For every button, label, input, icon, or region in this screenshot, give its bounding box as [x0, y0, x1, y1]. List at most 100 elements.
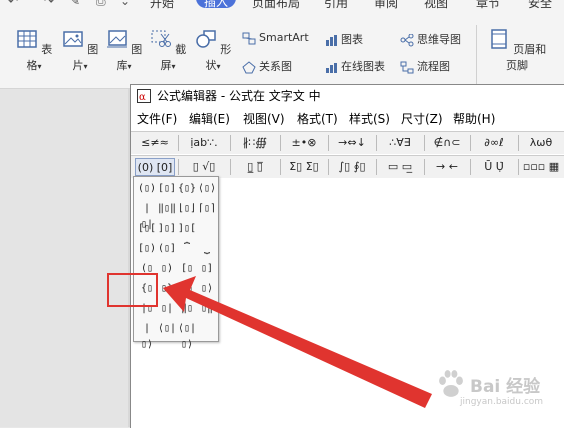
redo-icon[interactable]: ↷	[44, 0, 54, 8]
flowchart-label: 流程图	[417, 60, 450, 73]
menu-view[interactable]: 视图(V)	[243, 109, 285, 129]
mindmap-button[interactable]: 思维导图	[400, 31, 461, 47]
fence-template-item[interactable]: [▯)	[138, 241, 156, 257]
toolbar-divider	[178, 135, 179, 151]
menu-edit[interactable]: 编辑(E)	[189, 109, 230, 129]
online-chart-button[interactable]: 在线图表	[324, 58, 385, 74]
underbar-overbar-button[interactable]: ▭ ▭̲	[379, 158, 421, 176]
fence-template-item[interactable]: ⟨▯|▯⟩	[178, 321, 196, 350]
fence-template-item[interactable]: ⌈▯⌉	[198, 201, 216, 217]
relational-symbols-button[interactable]: ≤≠≈	[135, 134, 175, 152]
subscript-superscript-button[interactable]: ▯̲ ▯̅	[233, 158, 277, 176]
menu-style[interactable]: 样式(S)	[349, 109, 390, 129]
products-set-button[interactable]: Ū Ụ̇	[473, 158, 515, 176]
editor-title-bar: α 公式编辑器 - 公式在 文字文 中	[131, 85, 564, 107]
menu-help[interactable]: 帮助(H)	[453, 109, 495, 129]
fence-template-item[interactable]: ⟨▯	[178, 281, 196, 297]
tab-review[interactable]: 审阅	[374, 0, 398, 11]
fence-template-item[interactable]: ⏟	[198, 241, 216, 257]
shapes-icon	[196, 30, 216, 48]
fence-templates-button[interactable]: (0) [0]	[135, 158, 175, 176]
greek-symbols-button[interactable]: λωθ	[521, 134, 561, 152]
fence-template-item[interactable]: (▯]	[158, 241, 176, 257]
shapes-button[interactable]: 形状▾	[192, 29, 234, 73]
tab-chapter[interactable]: 章节	[476, 0, 500, 11]
fence-template-item[interactable]: ‖▯‖	[158, 201, 176, 217]
table-button[interactable]: 表格▾	[14, 29, 54, 73]
fence-template-item[interactable]: |▯|	[138, 201, 156, 230]
chart-label: 图表	[341, 33, 363, 46]
relation-icon	[242, 60, 256, 73]
gallery-button[interactable]: 图库▾	[104, 29, 144, 73]
gallery-dropdown-icon: ▾	[127, 62, 132, 71]
operator-symbols-button[interactable]: ±•⊗	[283, 134, 325, 152]
toolbar-divider	[470, 159, 471, 175]
tab-view[interactable]: 视图	[424, 0, 448, 11]
toolbar-divider	[178, 159, 179, 175]
fence-template-item[interactable]: |▯⟩	[138, 321, 156, 350]
integral-button[interactable]: ∫▯ ∮▯	[331, 158, 373, 176]
picture-button[interactable]: 图片▾	[60, 29, 100, 73]
chart-button[interactable]: 图表	[324, 31, 363, 47]
embellishments-button[interactable]: ∦∷∰	[233, 134, 277, 152]
watermark-text: Bai 经验	[470, 377, 541, 397]
fence-template-item[interactable]: ▯}	[158, 281, 176, 297]
fence-template-item[interactable]: [▯]	[158, 181, 176, 197]
matrix-button[interactable]: ▫▫▫ ▦	[521, 158, 561, 176]
fence-template-item[interactable]: (▯)	[138, 181, 156, 197]
misc-symbols-button[interactable]: ∂∞ℓ	[473, 134, 515, 152]
tab-insert[interactable]: 插入	[196, 0, 237, 9]
logical-symbols-button[interactable]: ∴∀∃	[379, 134, 421, 152]
format-painter-icon[interactable]: ✎	[70, 0, 80, 8]
gallery-icon	[106, 30, 127, 48]
labeled-arrow-button[interactable]: → ←	[427, 158, 467, 176]
menu-file[interactable]: 文件(F)	[137, 109, 177, 129]
toolbar-divider	[376, 135, 377, 151]
fence-template-item[interactable]: ▯|	[158, 301, 176, 317]
fence-template-item[interactable]: {▯}	[178, 181, 196, 197]
fence-template-item[interactable]: ▯)	[158, 261, 176, 277]
fence-template-item[interactable]: [▯	[178, 261, 196, 277]
fence-template-item[interactable]: ▯‖	[198, 301, 216, 317]
summation-button[interactable]: Σ▯ Σ▯	[283, 158, 325, 176]
fence-template-item[interactable]: ⟨▯|	[158, 321, 176, 337]
fence-template-palette: (▯) [▯] {▯} ⟨▯⟩ |▯| ‖▯‖ ⌊▯⌋ ⌈▯⌉ [▯[]▯]]▯[ [▯) (▯] ⏞…	[133, 176, 219, 350]
header-footer-button[interactable]: 页眉和页脚	[484, 29, 550, 73]
toolbar-divider	[230, 159, 231, 175]
fraction-radical-button[interactable]: ▯ √▯	[181, 158, 227, 176]
set-theory-button[interactable]: ∉∩⊂	[427, 134, 467, 152]
header-footer-icon	[491, 29, 507, 49]
picture-dropdown-icon: ▾	[83, 62, 88, 71]
toolbar-divider	[424, 159, 425, 175]
tab-page-layout[interactable]: 页面布局	[252, 0, 300, 11]
menu-size[interactable]: 尺寸(Z)	[401, 109, 443, 129]
screenshot-button[interactable]: 截屏▾	[148, 29, 188, 73]
ribbon-divider	[476, 25, 477, 85]
more-dropdown-icon[interactable]: ⌄	[120, 0, 130, 8]
arrow-symbols-button[interactable]: →⇔↓	[331, 134, 373, 152]
tab-home[interactable]: 开始	[150, 0, 174, 11]
fence-template-item[interactable]: ]▯]	[158, 221, 176, 237]
fence-template-item[interactable]: ⌊▯⌋	[178, 201, 196, 217]
relation-chart-button[interactable]: 关系图	[242, 58, 292, 74]
relation-label: 关系图	[259, 60, 292, 73]
fence-template-item[interactable]: ]▯[	[178, 221, 196, 237]
print-icon[interactable]: ⎙	[96, 0, 106, 9]
smartart-label: SmartArt	[259, 31, 309, 44]
fence-template-item[interactable]: ⏞	[178, 241, 196, 257]
flowchart-button[interactable]: 流程图	[400, 58, 450, 74]
watermark-url: jingyan.baidu.com	[460, 397, 544, 407]
fence-template-item[interactable]: [▯[	[138, 221, 156, 237]
fence-template-item[interactable]: ⟨▯⟩	[198, 181, 216, 197]
tab-references[interactable]: 引用	[324, 0, 348, 11]
online-chart-label: 在线图表	[341, 60, 385, 73]
undo-icon[interactable]: ↶	[8, 0, 18, 8]
tab-security[interactable]: 安全	[528, 0, 552, 11]
fence-template-item[interactable]: ‖▯	[178, 301, 196, 317]
fence-template-item[interactable]: ▯⟩	[198, 281, 216, 297]
menu-format[interactable]: 格式(T)	[297, 109, 338, 129]
fence-template-item[interactable]: ▯]	[198, 261, 216, 277]
smartart-button[interactable]: SmartArt	[242, 31, 309, 45]
spaces-ellipses-button[interactable]: ịab∵.	[181, 134, 227, 152]
mindmap-label: 思维导图	[417, 33, 461, 46]
